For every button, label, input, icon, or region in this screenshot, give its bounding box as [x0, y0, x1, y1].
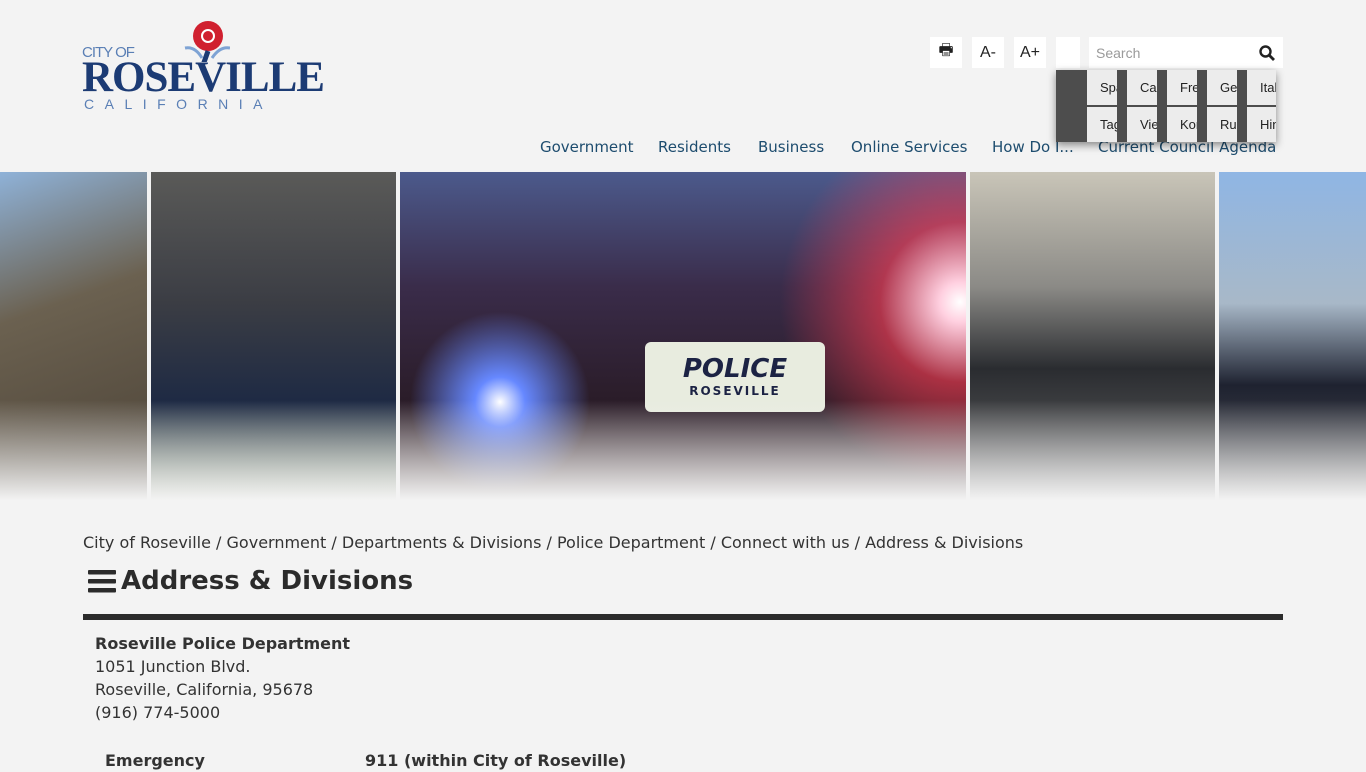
- title-divider: [83, 614, 1283, 620]
- hero-banner: POLICE ROSEVILLE: [0, 172, 1366, 500]
- breadcrumb-current: Address & Divisions: [865, 533, 1024, 552]
- print-icon: 🖶: [938, 42, 954, 59]
- nav-business[interactable]: Business: [758, 138, 824, 156]
- language-italian[interactable]: Italian: [1247, 70, 1276, 105]
- nav-government[interactable]: Government: [540, 138, 634, 156]
- decrease-font-button[interactable]: A-: [972, 37, 1004, 68]
- breadcrumb-police[interactable]: Police Department: [557, 533, 705, 552]
- nav-online-services[interactable]: Online Services: [851, 138, 967, 156]
- language-german[interactable]: Ger: [1207, 70, 1237, 105]
- translate-button[interactable]: [1056, 37, 1080, 68]
- print-button[interactable]: 🖶: [930, 37, 962, 68]
- breadcrumb-departments[interactable]: Departments & Divisions: [342, 533, 542, 552]
- breadcrumb-connect[interactable]: Connect with us: [721, 533, 850, 552]
- language-french[interactable]: Fre: [1167, 70, 1197, 105]
- address-street: 1051 Junction Blvd.: [95, 657, 251, 676]
- police-car-text: POLICE: [682, 354, 788, 384]
- page-title: Address & Divisions: [121, 566, 414, 596]
- search-icon[interactable]: [1259, 45, 1275, 61]
- address-phone: (916) 774-5000: [95, 703, 221, 722]
- hero-fade: [0, 400, 1366, 500]
- language-spanish[interactable]: Spa: [1087, 70, 1117, 105]
- increase-font-button[interactable]: A+: [1014, 37, 1046, 68]
- city-logo[interactable]: CITY OF ROSEVILLE CALIFORNIA: [82, 18, 325, 114]
- breadcrumb-government[interactable]: Government: [227, 533, 327, 552]
- language-russian[interactable]: Rus: [1207, 107, 1237, 142]
- search-input[interactable]: [1089, 37, 1249, 68]
- department-name: Roseville Police Department: [95, 634, 351, 653]
- language-hindi[interactable]: Hindi: [1247, 107, 1276, 142]
- address-city: Roseville, California, 95678: [95, 680, 314, 699]
- breadcrumb-city[interactable]: City of Roseville: [83, 533, 211, 552]
- page-title-row: Address & Divisions: [88, 566, 413, 596]
- language-tagalog[interactable]: Taga: [1087, 107, 1117, 142]
- menu-icon[interactable]: [88, 569, 116, 593]
- language-dropdown: Spa Can Fre Ger Italian Taga Viet Kor Ru…: [1056, 70, 1276, 142]
- language-vietnamese[interactable]: Viet: [1127, 107, 1157, 142]
- police-car-subtext: ROSEVILLE: [689, 384, 781, 398]
- language-korean[interactable]: Kor: [1167, 107, 1197, 142]
- breadcrumb: City of Roseville / Government / Departm…: [83, 533, 1024, 552]
- table-label-emergency: Emergency: [105, 751, 205, 770]
- search-box: [1089, 37, 1283, 68]
- table-value-emergency: 911 (within City of Roseville): [365, 751, 627, 770]
- nav-residents[interactable]: Residents: [658, 138, 731, 156]
- language-cantonese[interactable]: Can: [1127, 70, 1157, 105]
- logo-state: CALIFORNIA: [84, 96, 274, 112]
- logo-name: ROSEVILLE: [82, 54, 325, 101]
